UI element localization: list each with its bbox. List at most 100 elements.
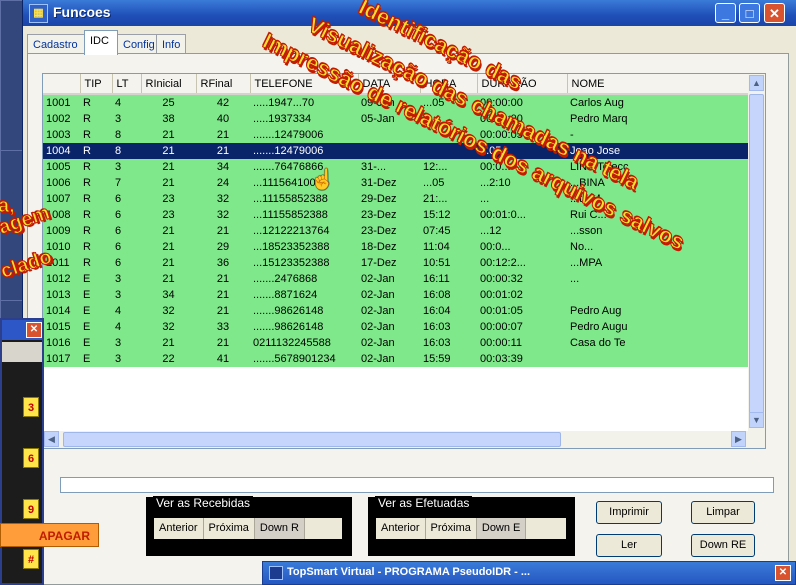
table-cell: 32 bbox=[141, 303, 196, 319]
key-hash[interactable]: # bbox=[23, 549, 39, 569]
table-row[interactable]: 1011 R 6 21 36 ...15123352388 17-Dez 10:51 00:12… bbox=[43, 255, 748, 271]
col-header[interactable]: TELEFONE bbox=[250, 74, 359, 95]
table-cell: 21 bbox=[196, 335, 250, 351]
table-cell: .......76476866 bbox=[250, 159, 358, 175]
tab-cadastro[interactable]: Cadastro bbox=[27, 34, 85, 54]
recebidas-proxima-button[interactable]: Próxima bbox=[203, 518, 255, 539]
table-cell: 10:51 bbox=[420, 255, 477, 271]
table-cell: 1008 bbox=[43, 207, 80, 223]
table-row[interactable]: 1012 E 3 21 21 .......2476868 02-Jan 16:11 00:00… bbox=[43, 271, 748, 287]
table-cell: ...11155852388 bbox=[250, 191, 358, 207]
table-row[interactable]: 1016 E 3 21 21 0211132245588 02-Jan 16:03 00:00:… bbox=[43, 335, 748, 351]
table-row[interactable]: 1005 R 3 21 34 .......76476866 31-... 12:... 00:… bbox=[43, 159, 748, 175]
table-cell: 3 bbox=[112, 271, 141, 287]
table-cell: 23-Dez bbox=[358, 207, 420, 223]
scroll-up-icon[interactable]: ▲ bbox=[749, 75, 764, 91]
title-bar[interactable]: ▦ Funcoes _ □ ✕ bbox=[23, 0, 796, 26]
table-row[interactable]: 1002 R 3 38 40 .....1937334 05-Jan... 00:00:00 P… bbox=[43, 111, 748, 127]
table-cell: .......98626148 bbox=[250, 303, 358, 319]
table-cell: 1002 bbox=[43, 111, 80, 127]
table-cell: 21 bbox=[141, 175, 196, 191]
horizontal-scrollbar[interactable]: ◀ ▶ bbox=[43, 431, 748, 448]
topsmart-window-title[interactable]: TopSmart Virtual - PROGRAMA PseudoIDR - … bbox=[262, 561, 796, 585]
table-cell: 21 bbox=[196, 303, 250, 319]
scroll-right-icon[interactable]: ▶ bbox=[731, 431, 746, 447]
table-cell: ...18523352388 bbox=[250, 239, 358, 255]
tab-idc[interactable]: IDC bbox=[84, 30, 118, 55]
col-header[interactable] bbox=[43, 74, 81, 95]
table-cell: ...12 bbox=[477, 223, 567, 239]
table-row[interactable]: 1003 R 8 21 21 .......12479006 00:00:05- bbox=[43, 127, 748, 143]
table-row[interactable]: 1006 R 7 21 24 ...11156410000 31-Dez ...05 ...2:… bbox=[43, 175, 748, 191]
tab-config[interactable]: Config bbox=[117, 34, 157, 54]
maximize-button[interactable]: □ bbox=[739, 3, 760, 23]
table-row[interactable]: 1015 E 4 32 33 .......98626148 02-Jan 16:03 00:0… bbox=[43, 319, 748, 335]
table-row[interactable]: 1017 E 3 22 41 .......5678901234 02-Jan 15:59 00… bbox=[43, 351, 748, 367]
table-row[interactable]: 1009 R 6 21 21 ...12122213764 23-Dez 07:45 ...12… bbox=[43, 223, 748, 239]
table-cell: 3 bbox=[112, 111, 141, 127]
table-cell: LINK Telecc bbox=[567, 159, 748, 175]
table-cell: ...MPA bbox=[567, 255, 748, 271]
col-header[interactable]: TIP bbox=[80, 74, 113, 95]
col-header[interactable]: DURAÇÃO bbox=[477, 74, 568, 95]
table-row[interactable]: 1014 E 4 32 21 .......98626148 02-Jan 16:04 00:0… bbox=[43, 303, 748, 319]
table-cell: E bbox=[80, 335, 112, 351]
key-6[interactable]: 6 bbox=[23, 448, 39, 468]
table-cell bbox=[567, 351, 748, 367]
hscroll-thumb[interactable] bbox=[63, 432, 561, 447]
table-cell: 1013 bbox=[43, 287, 80, 303]
ler-button[interactable]: Ler bbox=[596, 534, 662, 557]
efetuadas-anterior-button[interactable]: Anterior bbox=[376, 518, 426, 539]
table-cell: 4 bbox=[112, 319, 141, 335]
recebidas-anterior-button[interactable]: Anterior bbox=[154, 518, 204, 539]
table-row[interactable]: 1004 R 8 21 21 .......12479006 ...05 Joao Jose bbox=[43, 143, 748, 159]
table-cell: E bbox=[80, 351, 112, 367]
table-cell: 3 bbox=[112, 287, 141, 303]
table-cell: 21 bbox=[196, 271, 250, 287]
limpar-button[interactable]: Limpar bbox=[691, 501, 755, 524]
vertical-scrollbar[interactable]: ▲ ▼ bbox=[748, 74, 765, 448]
efetuadas-proxima-button[interactable]: Próxima bbox=[425, 518, 477, 539]
minimize-button[interactable]: _ bbox=[715, 3, 736, 23]
keypad-title-bar[interactable]: ✕ bbox=[2, 320, 42, 340]
apagar-button[interactable]: APAGAR bbox=[0, 523, 99, 547]
table-cell: 17-Dez bbox=[358, 255, 420, 271]
keypad-close-icon[interactable]: ✕ bbox=[26, 322, 42, 338]
key-3[interactable]: 3 bbox=[23, 397, 39, 417]
key-9[interactable]: 9 bbox=[23, 499, 39, 519]
table-cell: 23 bbox=[141, 191, 196, 207]
col-header[interactable]: RInicial bbox=[141, 74, 197, 95]
table-row[interactable]: 1001 R 4 25 42 .....1947...70 09-Jan ...05 00:00… bbox=[43, 94, 748, 111]
table-cell: 21 bbox=[196, 143, 250, 159]
down-r-button[interactable]: Down R bbox=[254, 518, 305, 539]
calls-listview[interactable]: TIP LT RInicial RFinal TELEFONE DATA HOR… bbox=[42, 73, 766, 449]
col-header[interactable]: HORA bbox=[420, 74, 478, 95]
topsmart-close-icon[interactable]: ✕ bbox=[775, 565, 791, 581]
down-re-button[interactable]: Down RE bbox=[691, 534, 755, 557]
table-cell: 34 bbox=[196, 159, 250, 175]
table-cell: 1006 bbox=[43, 175, 80, 191]
table-row[interactable]: 1008 R 6 23 32 ...11155852388 23-Dez 15:12 00:01… bbox=[43, 207, 748, 223]
table-row[interactable]: 1007 R 6 23 32 ...11155852388 29-Dez 21:.......… bbox=[43, 191, 748, 207]
scroll-thumb[interactable] bbox=[749, 94, 764, 424]
scroll-down-icon[interactable]: ▼ bbox=[749, 412, 764, 428]
col-header[interactable]: RFinal bbox=[196, 74, 251, 95]
table-cell: 00:0... bbox=[477, 239, 567, 255]
table-cell: 09-Jan bbox=[358, 94, 420, 111]
table-cell: 6 bbox=[112, 255, 141, 271]
table-cell: 8 bbox=[112, 143, 141, 159]
table-cell: No... bbox=[567, 239, 748, 255]
table-row[interactable]: 1010 R 6 21 29 ...18523352388 18-Dez 11:04 00:0.… bbox=[43, 239, 748, 255]
table-cell: 1009 bbox=[43, 223, 80, 239]
table-row[interactable]: 1013 E 3 34 21 .......8871624 02-Jan 16:08 00:01… bbox=[43, 287, 748, 303]
table-cell: 21:... bbox=[420, 191, 477, 207]
imprimir-button[interactable]: Imprimir bbox=[596, 501, 662, 524]
col-header[interactable]: NOME bbox=[567, 74, 749, 95]
tab-info[interactable]: Info bbox=[156, 34, 186, 54]
topsmart-icon bbox=[269, 566, 283, 580]
close-button[interactable]: ✕ bbox=[764, 3, 785, 23]
down-e-button[interactable]: Down E bbox=[476, 518, 527, 539]
col-header[interactable]: DATA bbox=[358, 74, 421, 95]
scroll-left-icon[interactable]: ◀ bbox=[44, 431, 59, 447]
col-header[interactable]: LT bbox=[112, 74, 142, 95]
